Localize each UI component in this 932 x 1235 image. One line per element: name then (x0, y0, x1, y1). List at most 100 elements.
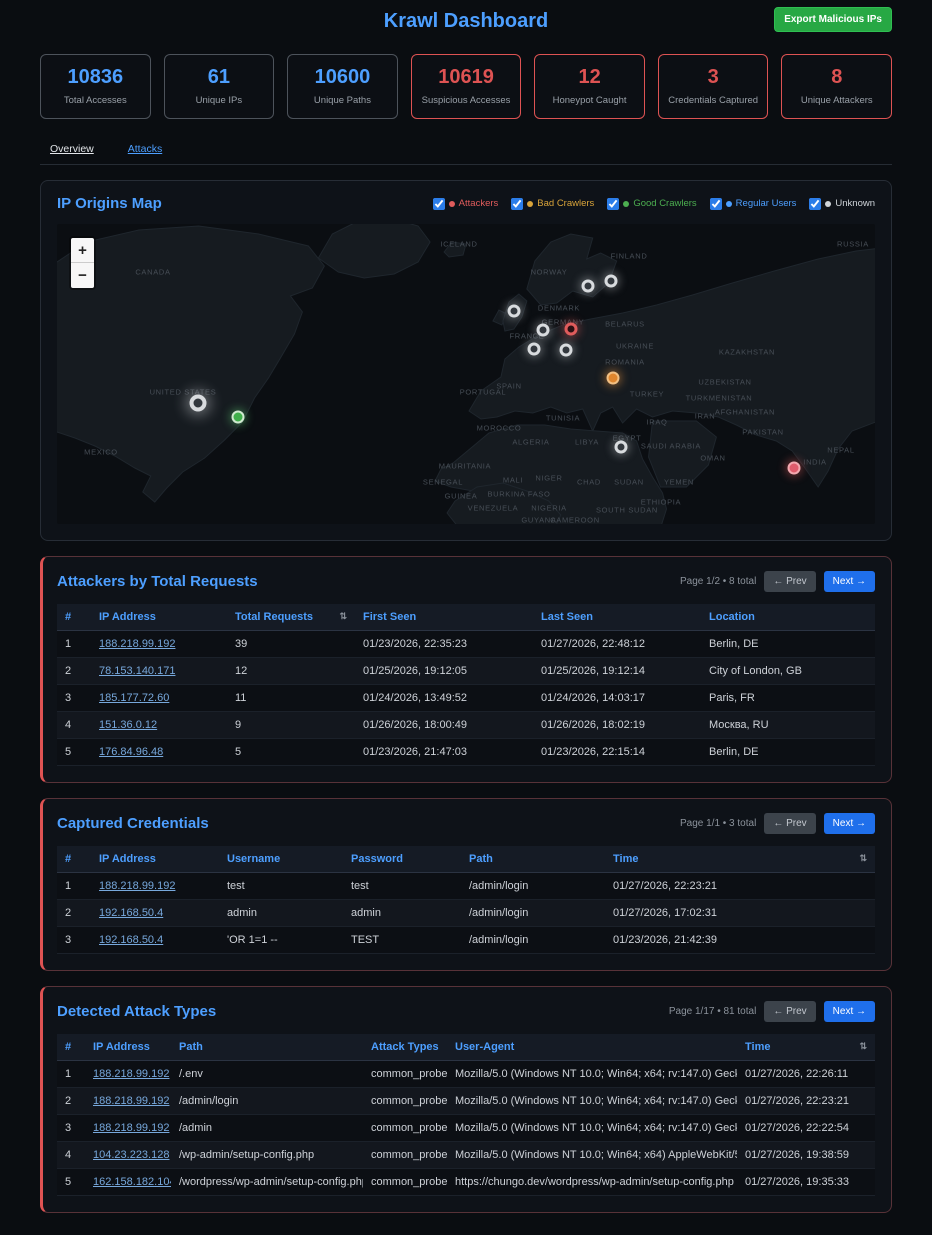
ip-address-link[interactable]: 162.158.182.104 (93, 1176, 171, 1188)
next-page-button[interactable]: Next → (824, 813, 875, 834)
col-header-index[interactable]: # (57, 604, 91, 631)
col-header-index[interactable]: # (57, 1034, 85, 1061)
attackers-card: Attackers by Total Requests Page 1/2 • 8… (40, 556, 892, 783)
map-legend: Attackers Bad Crawlers Good Crawlers Regula… (433, 198, 875, 210)
col-header-time[interactable]: ⇅Time (605, 846, 875, 873)
sort-icon[interactable]: ⇅ (859, 853, 867, 864)
legend-label: Unknown (835, 198, 875, 209)
stat-label: Unique Attackers (786, 95, 887, 106)
table-row: 2 192.168.50.4 admin admin /admin/login … (57, 900, 875, 927)
col-header-attack-types[interactable]: Attack Types (363, 1034, 447, 1061)
col-header-username[interactable]: Username (219, 846, 343, 873)
stat-value: 3 (663, 66, 764, 89)
map-marker-unknown[interactable] (190, 395, 207, 412)
col-header-path[interactable]: Path (461, 846, 605, 873)
legend-item-attackers[interactable]: Attackers (433, 198, 499, 210)
map-marker-attacker[interactable] (788, 462, 801, 475)
stat-label: Total Accesses (45, 95, 146, 106)
col-header-password[interactable]: Password (343, 846, 461, 873)
stat-label: Honeypot Caught (539, 95, 640, 106)
ip-address-link[interactable]: 192.168.50.4 (99, 934, 163, 946)
col-header-ip[interactable]: IP Address (91, 604, 227, 631)
col-header-user-agent[interactable]: User-Agent (447, 1034, 737, 1061)
legend-item-bad-crawlers[interactable]: Bad Crawlers (511, 198, 594, 210)
table-row: 4 151.36.0.12 9 01/26/2026, 18:00:49 01/… (57, 712, 875, 739)
export-malicious-ips-button[interactable]: Export Malicious IPs (774, 7, 892, 32)
tab-bar: Overview Attacks (40, 143, 892, 165)
legend-checkbox[interactable] (607, 198, 619, 210)
ip-address-link[interactable]: 188.218.99.192 (93, 1095, 169, 1107)
map-marker-unknown[interactable] (528, 343, 541, 356)
prev-page-button[interactable]: ← Prev (764, 813, 815, 834)
map-marker-unknown[interactable] (615, 441, 628, 454)
ip-address-link[interactable]: 188.218.99.192 (93, 1068, 169, 1080)
stat-credentials-captured: 3 Credentials Captured (658, 54, 769, 119)
attackers-table: # IP Address ⇅Total Requests First Seen … (57, 604, 875, 766)
legend-checkbox[interactable] (809, 198, 821, 210)
table-row: 2 78.153.140.171 12 01/25/2026, 19:12:05… (57, 658, 875, 685)
table-row: 3 188.218.99.192 /admin common_probes Mo… (57, 1115, 875, 1142)
page-info: Page 1/2 • 8 total (680, 576, 756, 587)
tab-overview[interactable]: Overview (50, 143, 94, 155)
map-marker-unknown[interactable] (537, 324, 550, 337)
ip-address-link[interactable]: 185.177.72.60 (99, 692, 169, 704)
ip-address-link[interactable]: 151.36.0.12 (99, 719, 157, 731)
col-header-total-requests[interactable]: ⇅Total Requests (227, 604, 355, 631)
map-card: IP Origins Map AttackersBad CrawlersGood… (40, 180, 892, 541)
legend-checkbox[interactable] (433, 198, 445, 210)
ip-address-link[interactable]: 188.218.99.192 (99, 880, 175, 892)
map-marker-unknown[interactable] (582, 280, 595, 293)
legend-checkbox[interactable] (511, 198, 523, 210)
map-marker-unknown[interactable] (605, 275, 618, 288)
stat-value: 10619 (416, 66, 517, 89)
attack-types-card: Detected Attack Types Page 1/17 • 81 tot… (40, 986, 892, 1213)
legend-item-regular-users[interactable]: Regular Users (710, 198, 797, 210)
prev-page-button[interactable]: ← Prev (764, 1001, 815, 1022)
sort-icon[interactable]: ⇅ (339, 611, 347, 622)
col-header-first-seen[interactable]: First Seen (355, 604, 533, 631)
col-header-time[interactable]: ⇅Time (737, 1034, 875, 1061)
ip-address-link[interactable]: 78.153.140.171 (99, 665, 175, 677)
map-marker-bad[interactable] (607, 372, 620, 385)
ip-address-link[interactable]: 188.218.99.192 (99, 638, 175, 650)
map-marker-attacker[interactable] (565, 323, 578, 336)
map-zoom-out-button[interactable]: − (71, 263, 94, 288)
prev-page-button[interactable]: ← Prev (764, 571, 815, 592)
map-marker-unknown[interactable] (560, 344, 573, 357)
table-header-row: # IP Address Username Password Path ⇅Tim… (57, 846, 875, 873)
stat-value: 61 (169, 66, 270, 89)
col-header-ip[interactable]: IP Address (91, 846, 219, 873)
table-row: 2 188.218.99.192 /admin/login common_pro… (57, 1088, 875, 1115)
ip-address-link[interactable]: 192.168.50.4 (99, 907, 163, 919)
table-row: 3 192.168.50.4 'OR 1=1 -- TEST /admin/lo… (57, 927, 875, 954)
sort-icon[interactable]: ⇅ (859, 1041, 867, 1052)
ip-address-link[interactable]: 188.218.99.192 (93, 1122, 169, 1134)
col-header-index[interactable]: # (57, 846, 91, 873)
table-row: 1 188.218.99.192 39 01/23/2026, 22:35:23… (57, 631, 875, 658)
table-row: 4 104.23.223.128 /wp-admin/setup-config.… (57, 1142, 875, 1169)
col-header-path[interactable]: Path (171, 1034, 363, 1061)
tab-attacks[interactable]: Attacks (128, 143, 162, 155)
stat-unique-attackers: 8 Unique Attackers (781, 54, 892, 119)
map-zoom-in-button[interactable]: + (71, 238, 94, 263)
col-header-last-seen[interactable]: Last Seen (533, 604, 701, 631)
table-row: 5 162.158.182.104 /wordpress/wp-admin/se… (57, 1169, 875, 1196)
map-marker-unknown[interactable] (508, 305, 521, 318)
next-page-button[interactable]: Next → (824, 1001, 875, 1022)
ip-address-link[interactable]: 104.23.223.128 (93, 1149, 169, 1161)
col-header-location[interactable]: Location (701, 604, 875, 631)
map-marker-good[interactable] (232, 411, 245, 424)
legend-item-good-crawlers[interactable]: Good Crawlers (607, 198, 696, 210)
legend-dot-icon (623, 201, 629, 207)
ip-address-link[interactable]: 176.84.96.48 (99, 746, 163, 758)
page-info: Page 1/17 • 81 total (669, 1006, 756, 1017)
legend-item-unknown[interactable]: Unknown (809, 198, 875, 210)
attackers-pager: Page 1/2 • 8 total ← Prev Next → (680, 571, 875, 592)
page-info: Page 1/1 • 3 total (680, 818, 756, 829)
world-map[interactable]: + − CANADAUNITED STATESMEXICOICELANDNORW… (57, 224, 875, 524)
next-page-button[interactable]: Next → (824, 571, 875, 592)
col-header-ip[interactable]: IP Address (85, 1034, 171, 1061)
table-header-row: # IP Address Path Attack Types User-Agen… (57, 1034, 875, 1061)
legend-label: Good Crawlers (633, 198, 696, 209)
legend-checkbox[interactable] (710, 198, 722, 210)
